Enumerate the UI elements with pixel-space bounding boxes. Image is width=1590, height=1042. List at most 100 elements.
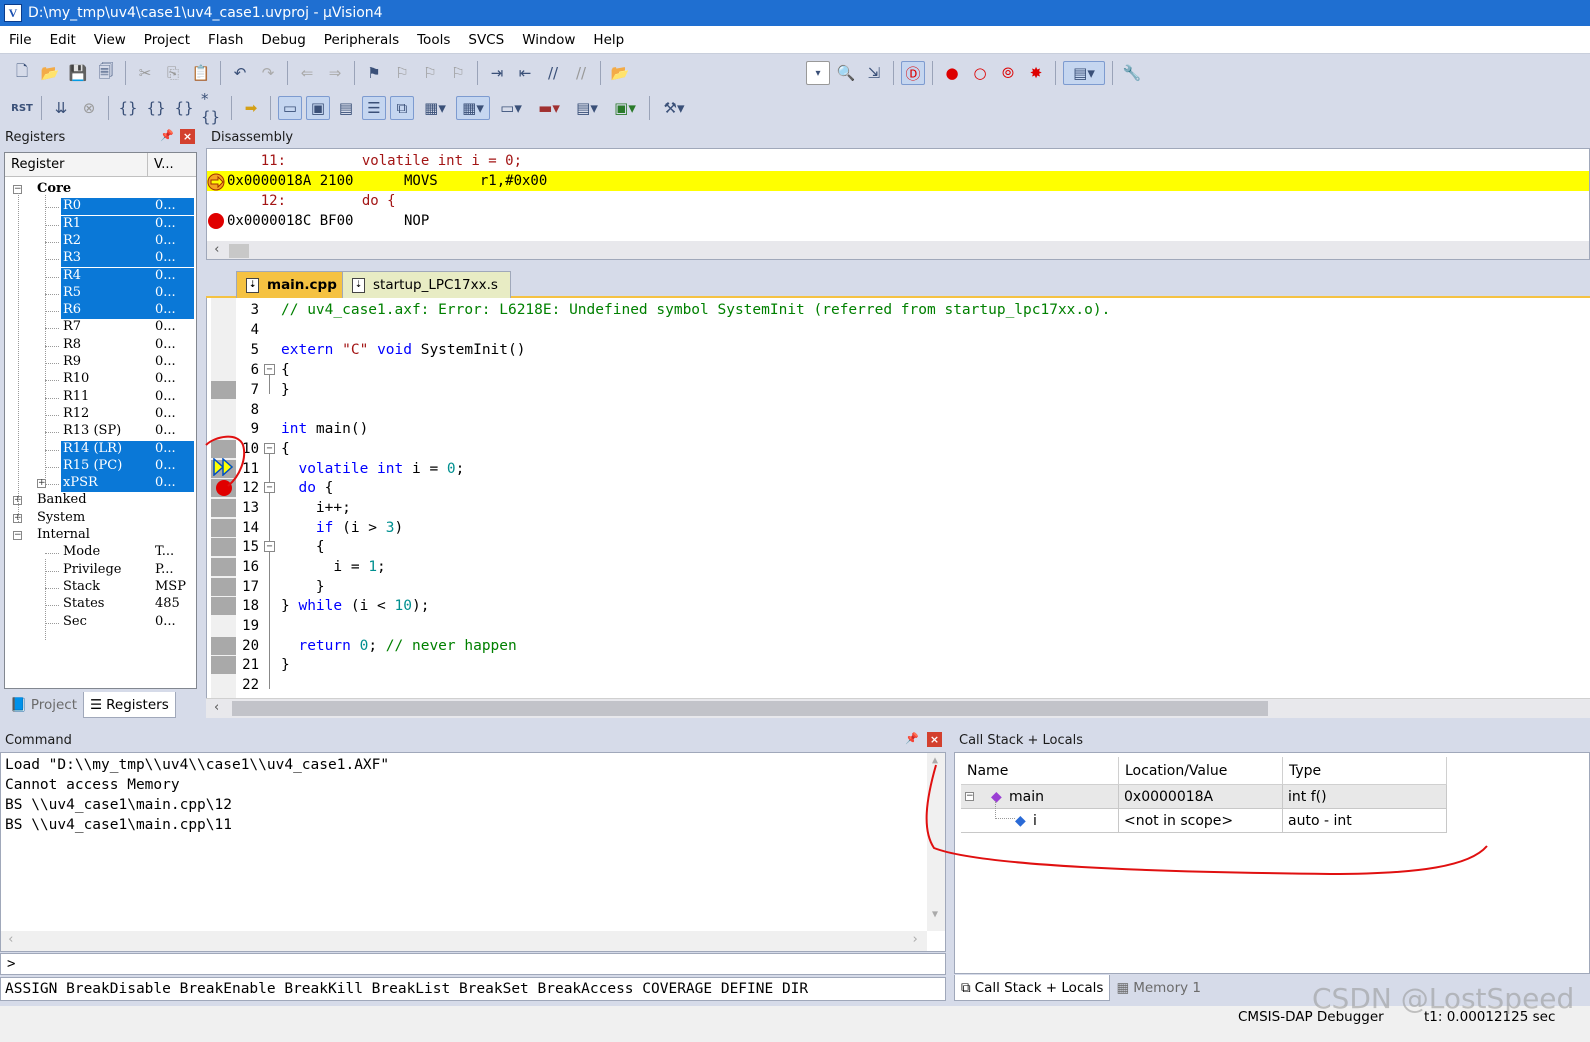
comment-icon[interactable]: // <box>541 61 565 85</box>
prev-bookmark-icon[interactable]: ⚐ <box>390 61 414 85</box>
register-row[interactable]: R2 0... <box>5 233 195 250</box>
register-row[interactable]: R7 0... <box>5 319 195 336</box>
register-row[interactable]: R15 (PC) 0... <box>5 458 195 475</box>
menu-svcs[interactable]: SVCS <box>459 32 513 48</box>
register-row[interactable]: R4 0... <box>5 268 195 285</box>
command-vertical-scrollbar[interactable]: ▲ ▼ <box>927 753 945 931</box>
indent-icon[interactable]: ⇥ <box>485 61 509 85</box>
register-row[interactable]: Stack MSP <box>5 579 195 596</box>
find-in-files-icon[interactable]: 📂 <box>608 61 632 85</box>
step-out-icon[interactable]: {} <box>172 96 196 120</box>
type-column-header[interactable]: Type <box>1283 757 1447 785</box>
locals-row-value[interactable]: <not in scope> <box>1119 809 1283 833</box>
watch-windows-icon[interactable]: ▦▾ <box>418 96 452 120</box>
breakpoint-icon[interactable] <box>207 212 227 230</box>
serial-windows-icon[interactable]: ▭▾ <box>494 96 528 120</box>
close-icon[interactable]: × <box>180 129 195 144</box>
pin-icon[interactable]: 📌 <box>160 129 174 142</box>
command-horizontal-scrollbar[interactable]: ‹ › <box>1 931 927 951</box>
incremental-find-icon[interactable]: ⇲ <box>862 61 886 85</box>
next-bookmark-icon[interactable]: ⚐ <box>418 61 442 85</box>
fold-toggle-icon[interactable]: − <box>264 443 275 454</box>
call-stack-window-icon[interactable]: ⧉ <box>390 96 414 120</box>
menu-view[interactable]: View <box>85 32 135 48</box>
open-file-icon[interactable]: 📂 <box>38 61 62 85</box>
value-column-header[interactable]: V... <box>148 153 193 176</box>
register-row[interactable]: R0 0... <box>5 198 195 215</box>
symbols-window-icon[interactable]: ▤ <box>334 96 358 120</box>
fold-toggle-icon[interactable]: − <box>264 541 275 552</box>
save-all-icon[interactable]: 🗐 <box>94 61 118 85</box>
menu-tools[interactable]: Tools <box>408 32 459 48</box>
scroll-right-icon[interactable]: › <box>911 932 919 947</box>
disassembly-view[interactable]: 11: volatile int i = 0; 0x0000018A 2100 … <box>206 148 1590 260</box>
scroll-thumb[interactable] <box>229 244 249 258</box>
register-group-system[interactable]: System <box>5 510 195 527</box>
register-group-banked[interactable]: Banked <box>5 492 195 509</box>
registers-window-icon[interactable]: ☰ <box>362 96 386 120</box>
menu-file[interactable]: File <box>0 32 41 48</box>
tab-registers[interactable]: ☰ Registers <box>83 692 176 718</box>
register-group-internal[interactable]: Internal <box>5 527 195 544</box>
navigate-forward-icon[interactable]: ⇒ <box>323 61 347 85</box>
menu-debug[interactable]: Debug <box>252 32 314 48</box>
disassembly-horizontal-scrollbar[interactable]: ‹ <box>207 241 1589 259</box>
location-value-column-header[interactable]: Location/Value <box>1119 757 1283 785</box>
run-icon[interactable]: ⇊ <box>49 96 73 120</box>
menu-help[interactable]: Help <box>584 32 633 48</box>
tab-call-stack-locals[interactable]: ⧉ Call Stack + Locals <box>954 975 1111 1001</box>
tab-main-cpp[interactable]: ⇣ main.cpp <box>236 271 350 298</box>
code-editor[interactable]: 3 4 5 6 7 8 9 10 11 12 13 14 15 16 17 18 19 20 21 22 − − − … <box>206 298 1590 698</box>
register-row[interactable]: Mode T... <box>5 544 195 561</box>
undo-icon[interactable]: ↶ <box>228 61 252 85</box>
register-row[interactable]: R13 (SP) 0... <box>5 423 195 440</box>
scroll-left-icon[interactable]: ‹ <box>213 242 221 257</box>
register-row[interactable]: Privilege P... <box>5 562 195 579</box>
locals-row-i-name[interactable]: ◆ i <box>961 801 1119 833</box>
find-icon[interactable]: 🔍 <box>834 61 858 85</box>
unindent-icon[interactable]: ⇤ <box>513 61 537 85</box>
tab-memory-1[interactable]: ▦ Memory 1 <box>1110 975 1207 1001</box>
clear-bookmarks-icon[interactable]: ⚐ <box>446 61 470 85</box>
enable-breakpoint-icon[interactable]: ○ <box>968 61 992 85</box>
copy-icon[interactable]: ⎘ <box>161 61 185 85</box>
tab-project[interactable]: 📘 Project <box>4 692 84 718</box>
trace-windows-icon[interactable]: ▤▾ <box>570 96 604 120</box>
scroll-left-icon[interactable]: ‹ <box>7 932 15 947</box>
locals-row-value[interactable]: 0x0000018A <box>1119 785 1283 809</box>
breakpoint-icon[interactable] <box>215 479 233 497</box>
pin-icon[interactable]: 📌 <box>905 732 919 745</box>
disassembly-window-icon[interactable]: ▣ <box>306 96 330 120</box>
toolbox-icon[interactable]: ⚒▾ <box>657 96 691 120</box>
insert-breakpoint-icon[interactable]: ● <box>940 61 964 85</box>
register-row[interactable]: R9 0... <box>5 354 195 371</box>
find-combo-dropdown-icon[interactable]: ▾ <box>806 61 830 85</box>
reset-cpu-icon[interactable]: RST <box>10 96 34 120</box>
stop-icon[interactable]: ⊗ <box>77 96 101 120</box>
save-icon[interactable]: 💾 <box>66 61 90 85</box>
memory-windows-icon[interactable]: ▦▾ <box>456 96 490 120</box>
register-row[interactable]: R10 0... <box>5 371 195 388</box>
step-over-icon[interactable]: {} <box>144 96 168 120</box>
register-row[interactable]: R8 0... <box>5 337 195 354</box>
register-row[interactable]: R3 0... <box>5 250 195 267</box>
kill-all-breakpoints-icon[interactable]: ✸ <box>1024 61 1048 85</box>
scroll-down-icon[interactable]: ▼ <box>932 909 938 920</box>
navigate-back-icon[interactable]: ⇐ <box>295 61 319 85</box>
register-row[interactable]: R14 (LR) 0... <box>5 441 195 458</box>
menu-window[interactable]: Window <box>513 32 584 48</box>
fold-toggle-icon[interactable]: − <box>264 364 275 375</box>
command-window-icon[interactable]: ▭ <box>278 96 302 120</box>
register-row[interactable]: R5 0... <box>5 285 195 302</box>
menu-flash[interactable]: Flash <box>199 32 252 48</box>
run-to-cursor-icon[interactable]: *{} <box>200 90 224 126</box>
register-row[interactable]: Sec 0... <box>5 614 195 631</box>
configure-icon[interactable]: 🔧 <box>1120 61 1144 85</box>
command-input[interactable]: > <box>0 953 946 975</box>
menu-project[interactable]: Project <box>135 32 199 48</box>
system-viewer-icon[interactable]: ▣▾ <box>608 96 642 120</box>
paste-icon[interactable]: 📋 <box>189 61 213 85</box>
register-row[interactable]: R1 0... <box>5 216 195 233</box>
register-row[interactable]: xPSR 0... <box>5 475 195 492</box>
register-row[interactable]: R12 0... <box>5 406 195 423</box>
